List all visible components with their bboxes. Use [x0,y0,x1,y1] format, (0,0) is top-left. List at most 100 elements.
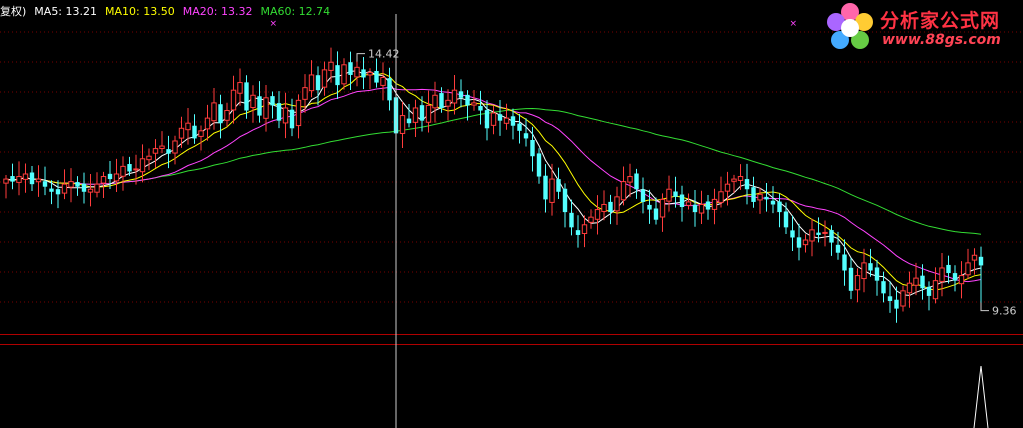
candle-body [315,75,321,91]
candle [55,180,61,209]
candle [802,234,809,253]
candle [620,166,627,206]
candle [61,169,68,200]
candle-body [906,282,913,294]
candle [685,193,692,210]
candle-body [497,114,503,121]
candle-body [510,116,516,126]
candle [692,190,698,227]
candle-body [335,65,340,86]
candle-body [289,109,295,129]
candle [816,217,821,243]
candle-body [971,254,978,261]
candle-body [361,69,366,78]
candle [510,108,516,140]
candle-body [822,231,828,234]
candle [478,90,483,125]
candle-body [868,263,873,271]
candle-body [16,176,22,183]
candle-body [939,267,945,282]
candle-body [218,104,223,124]
candle-body [127,164,132,172]
candle [978,246,984,311]
candle [679,185,685,222]
candle-body [965,262,971,276]
candle-body [211,102,217,122]
candle [569,199,574,236]
candle-body [543,175,548,200]
candle-body [854,275,861,291]
legend-ma60: MA60: 12.74 [260,5,331,18]
candle-body [367,71,373,76]
candle-body [412,107,419,123]
candle [146,148,152,171]
candle-body [640,189,646,202]
candle-body [295,99,302,127]
candle-body [159,145,165,149]
candle-body [744,179,750,190]
candle [594,195,601,235]
candle-body [3,178,9,184]
candle [250,85,256,123]
candle [868,248,873,277]
candle-body [425,104,432,123]
candle-body [348,62,353,75]
candle-body [594,209,601,220]
candle-body [816,232,821,235]
candle-body [620,181,627,201]
candle-body [192,125,197,139]
candle [321,61,328,96]
candle-body [374,70,379,83]
candle-body [478,105,483,111]
candle-body [10,176,15,182]
candle [601,190,607,221]
candle [718,176,724,208]
candle [887,281,893,313]
low-price-label: 9.36 [992,305,1017,318]
candle-body [517,123,522,131]
candle-body [926,286,932,296]
candle-body [399,115,406,134]
candle [971,248,978,275]
candle-body [556,179,561,192]
candle [204,104,211,141]
candle [731,174,737,193]
candle-body [29,172,35,185]
candle [35,165,42,197]
candle-body [270,96,275,106]
candle [698,190,705,225]
candle-body [887,296,893,301]
candle-body [777,201,782,213]
candle-body [757,193,763,201]
candle [711,188,718,225]
candle [432,81,438,123]
candle-body [87,188,94,193]
candle-body [100,176,107,184]
candle-body [601,203,607,212]
candle [113,158,120,193]
candle [412,99,419,138]
candle [282,92,289,139]
logo-url-text: www.88gs.com [882,32,1001,48]
candle [744,163,750,205]
candle-body [178,127,185,139]
candle [16,161,22,196]
candle-body [679,194,685,208]
candle [172,135,178,165]
price-gridlines [0,31,1023,303]
candle [270,91,275,119]
candle-body [490,112,497,126]
candle [900,285,906,312]
candle-body [328,61,334,71]
candle-body [666,188,672,202]
candle [289,98,295,137]
candle-body [484,110,490,129]
candle-body [562,188,568,213]
marker-x-icon: × [790,19,798,29]
candle [939,253,945,297]
candle [308,60,315,98]
candle-body [783,211,789,228]
candle-body [133,168,139,171]
candle-body [166,149,171,154]
candle [81,172,87,204]
